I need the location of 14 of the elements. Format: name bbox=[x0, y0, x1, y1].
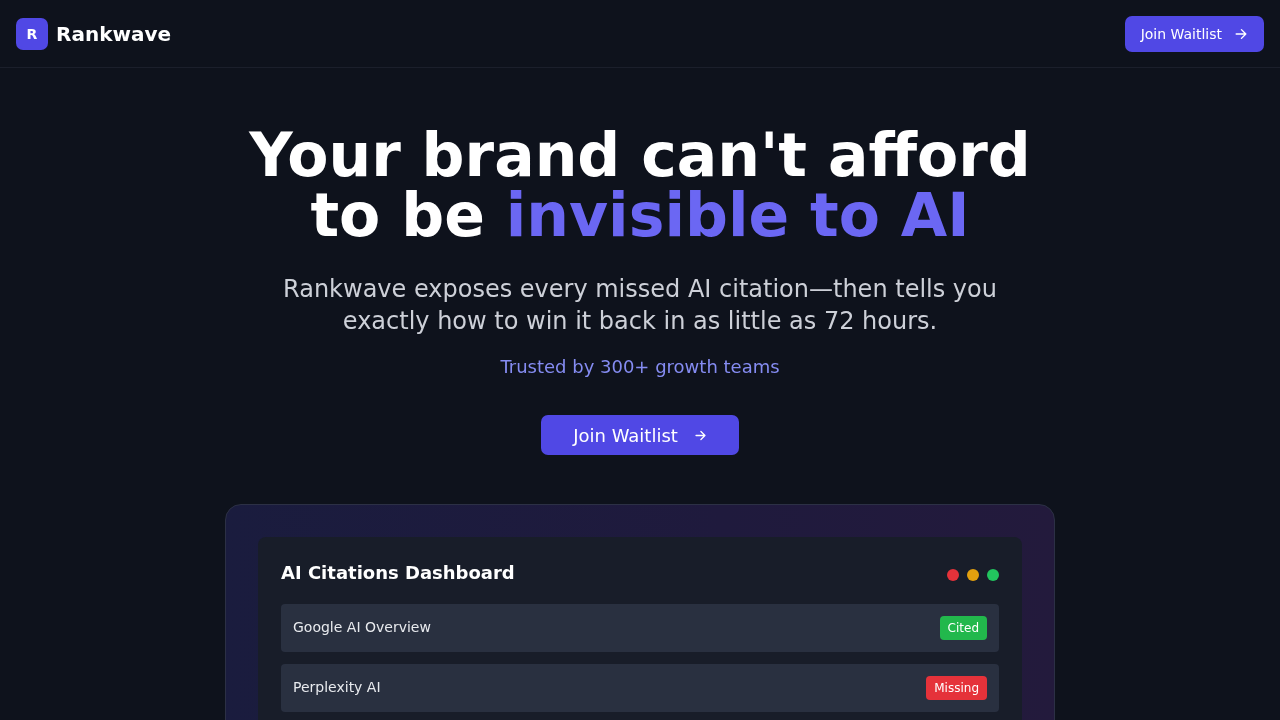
source-name: Perplexity AI bbox=[293, 679, 381, 695]
headline: Your brand can't afford to be invisible to AI bbox=[248, 125, 1032, 245]
arrow-right-icon bbox=[1234, 26, 1248, 41]
trust-line: Trusted by 300+ growth teams bbox=[500, 355, 780, 379]
brand-name: Rankwave bbox=[56, 21, 171, 46]
join-waitlist-button[interactable]: Join Waitlist bbox=[541, 415, 739, 455]
source-name: Google AI Overview bbox=[293, 619, 431, 635]
join-waitlist-button[interactable]: Join Waitlist bbox=[1124, 15, 1264, 52]
arrow-right-icon bbox=[693, 428, 707, 442]
subtitle: Rankwave exposes every missed AI citation—then tells you exactly how to win it back in as little as 72 hours. bbox=[282, 274, 998, 337]
status-badge: Missing bbox=[926, 676, 987, 700]
logo-tile: R bbox=[16, 17, 48, 50]
dashboard-title: AI Citations Dashboard bbox=[281, 561, 515, 585]
status-badge: Cited bbox=[939, 616, 987, 640]
